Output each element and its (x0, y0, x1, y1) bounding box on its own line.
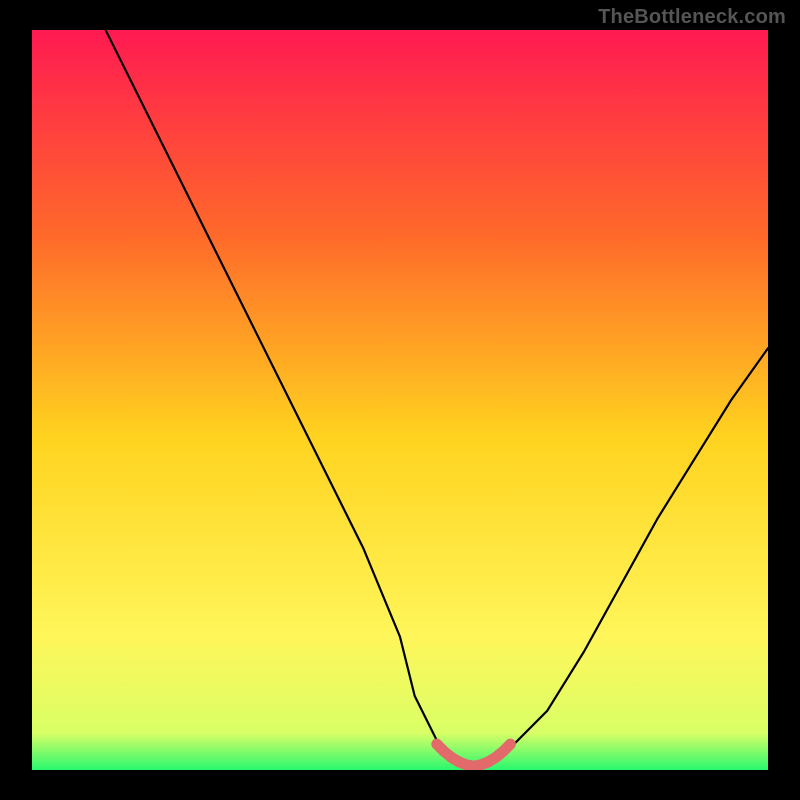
chart-frame: TheBottleneck.com (0, 0, 800, 800)
gradient-background (32, 30, 768, 770)
watermark-text: TheBottleneck.com (598, 6, 786, 29)
plot-area (32, 30, 768, 770)
chart-svg (32, 30, 768, 770)
